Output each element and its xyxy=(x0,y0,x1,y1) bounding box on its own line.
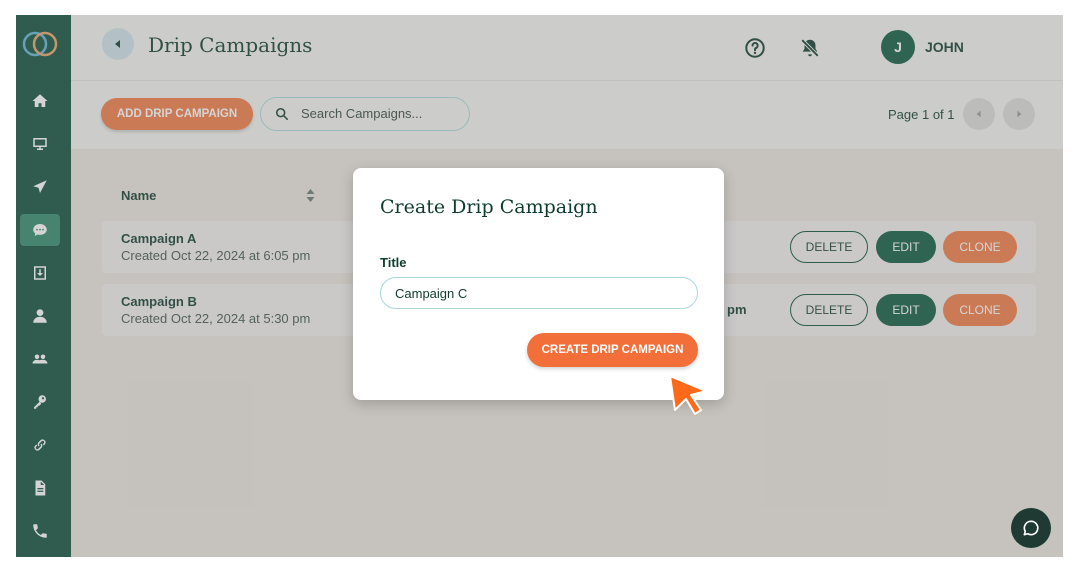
pointer-cursor-icon xyxy=(669,375,707,415)
create-drip-campaign-button[interactable]: CREATE DRIP CAMPAIGN xyxy=(527,333,698,367)
title-input[interactable] xyxy=(380,277,698,309)
chat-launcher-button[interactable] xyxy=(1011,508,1051,548)
modal-title: Create Drip Campaign xyxy=(380,196,598,218)
chat-icon xyxy=(1023,520,1039,536)
create-drip-campaign-modal: Create Drip Campaign Title CREATE DRIP C… xyxy=(353,168,724,400)
title-field-label: Title xyxy=(380,255,407,270)
app-frame: Drip Campaigns J JOHN ADD DRIP CAMPAIGN xyxy=(16,15,1063,557)
